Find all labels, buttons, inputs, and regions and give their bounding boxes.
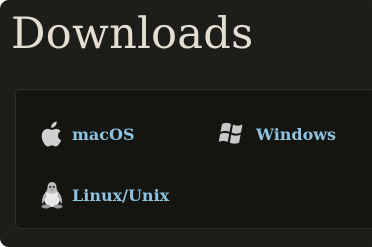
- download-windows-link[interactable]: Windows: [218, 121, 336, 147]
- tux-penguin-icon: [40, 181, 64, 209]
- windows-icon: [218, 121, 248, 147]
- apple-icon: [41, 121, 64, 147]
- panel-title: Downloads: [11, 9, 254, 59]
- download-linux-link[interactable]: Linux/Unix: [40, 181, 169, 209]
- linux-unix-label: Linux/Unix: [72, 185, 170, 205]
- downloads-panel: Downloads macOS Windows Linux/Unix: [0, 0, 372, 247]
- windows-label: Windows: [256, 124, 337, 144]
- download-macos-link[interactable]: macOS: [41, 121, 135, 147]
- macos-label: macOS: [72, 124, 135, 144]
